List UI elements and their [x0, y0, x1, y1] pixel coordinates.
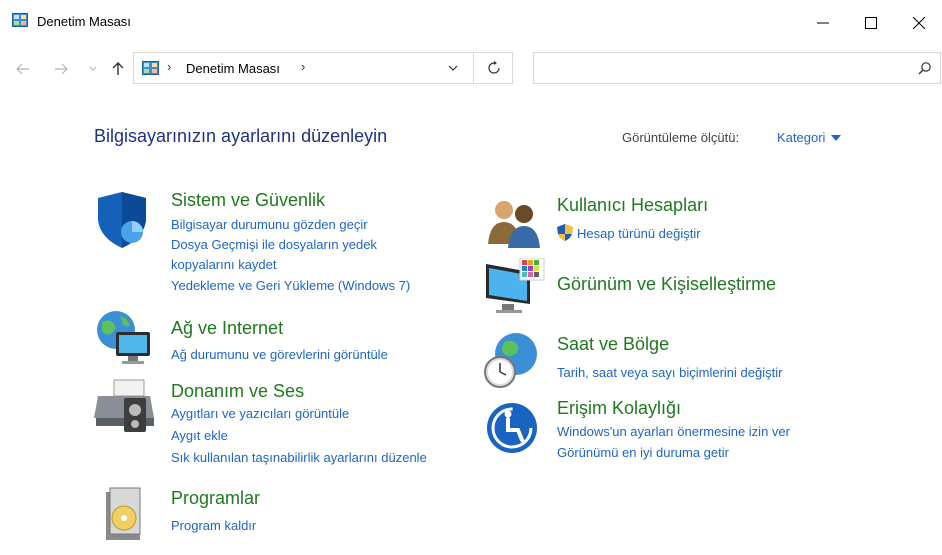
chevron-down-icon — [89, 66, 97, 71]
up-arrow-icon — [112, 62, 124, 75]
address-bar[interactable]: › Denetim Masası › — [133, 52, 474, 84]
network-globe-icon[interactable] — [94, 310, 156, 366]
link-file-history[interactable]: Dosya Geçmişi ile dosyaların yedek — [171, 235, 377, 255]
category-title-ease-of-access[interactable]: Erişim Kolaylığı — [557, 398, 681, 419]
chevron-down-icon[interactable] — [446, 61, 460, 75]
breadcrumb-item[interactable]: Denetim Masası — [186, 61, 280, 76]
back-button[interactable] — [14, 58, 32, 80]
caret-down-icon — [831, 134, 842, 141]
accessibility-icon[interactable] — [484, 398, 546, 454]
maximize-icon — [865, 17, 877, 29]
printer-icon[interactable] — [94, 378, 156, 434]
clock-globe-icon[interactable] — [484, 332, 546, 388]
link-network-status[interactable]: Ağ durumunu ve görevlerini görüntüle — [171, 345, 388, 365]
link-mobility-settings[interactable]: Sık kullanılan taşınabilirlik ayarlarını… — [171, 448, 427, 468]
link-change-account-type[interactable]: Hesap türünü değiştir — [577, 224, 701, 244]
up-button[interactable] — [109, 58, 127, 80]
link-backup-restore[interactable]: Yedekleme ve Geri Yükleme (Windows 7) — [171, 276, 410, 296]
category-title-appearance[interactable]: Görünüm ve Kişiselleştirme — [557, 274, 776, 295]
link-date-time-formats[interactable]: Tarih, saat veya sayı biçimlerini değişt… — [557, 363, 782, 383]
category-title-system-security[interactable]: Sistem ve Güvenlik — [171, 190, 325, 211]
refresh-button[interactable] — [475, 52, 513, 84]
link-check-status[interactable]: Bilgisayar durumunu gözden geçir — [171, 215, 368, 235]
view-by-value[interactable]: Kategori — [777, 130, 825, 145]
programs-icon[interactable] — [94, 486, 156, 542]
forward-arrow-icon — [55, 63, 68, 75]
search-input[interactable] — [533, 52, 941, 84]
minimize-icon — [817, 22, 829, 24]
maximize-button[interactable] — [848, 0, 894, 46]
window-title: Denetim Masası — [37, 14, 131, 29]
category-title-user-accounts[interactable]: Kullanıcı Hesapları — [557, 195, 708, 216]
link-optimize-display[interactable]: Görünümü en iyi duruma getir — [557, 443, 729, 463]
view-by-label: Görüntüleme ölçütü: — [622, 130, 740, 145]
view-by-dropdown[interactable]: Kategori — [777, 130, 842, 145]
category-title-programs[interactable]: Programlar — [171, 488, 260, 509]
link-devices-printers[interactable]: Aygıtları ve yazıcıları görüntüle — [171, 404, 349, 424]
back-arrow-icon — [16, 63, 29, 75]
control-panel-icon — [12, 13, 28, 27]
shield-icon[interactable] — [94, 192, 156, 248]
title-bar: Denetim Masası — [0, 0, 942, 46]
category-title-clock-region[interactable]: Saat ve Bölge — [557, 334, 669, 355]
navigation-bar: › Denetim Masası › — [0, 46, 942, 92]
refresh-icon — [487, 61, 500, 74]
search-icon — [918, 62, 931, 75]
users-icon[interactable] — [484, 196, 546, 252]
category-title-network[interactable]: Ağ ve Internet — [171, 318, 283, 339]
link-uninstall-program[interactable]: Program kaldır — [171, 516, 256, 536]
category-title-hardware-sound[interactable]: Donanım ve Ses — [171, 381, 304, 402]
link-let-windows-suggest[interactable]: Windows'un ayarları önermesine izin ver — [557, 422, 790, 442]
link-file-history-cont[interactable]: kopyalarını kaydet — [171, 255, 277, 275]
uac-shield-icon — [557, 224, 573, 241]
close-icon — [913, 17, 925, 29]
link-add-device[interactable]: Aygıt ekle — [171, 426, 228, 446]
breadcrumb-separator[interactable]: › — [167, 59, 171, 74]
breadcrumb-separator[interactable]: › — [301, 59, 305, 74]
monitor-icon[interactable] — [484, 258, 546, 314]
close-button[interactable] — [896, 0, 942, 46]
control-panel-icon — [142, 61, 159, 75]
minimize-button[interactable] — [800, 0, 846, 46]
recent-locations-button[interactable] — [87, 58, 99, 80]
page-title: Bilgisayarınızın ayarlarını düzenleyin — [94, 126, 388, 146]
forward-button[interactable] — [52, 58, 70, 80]
